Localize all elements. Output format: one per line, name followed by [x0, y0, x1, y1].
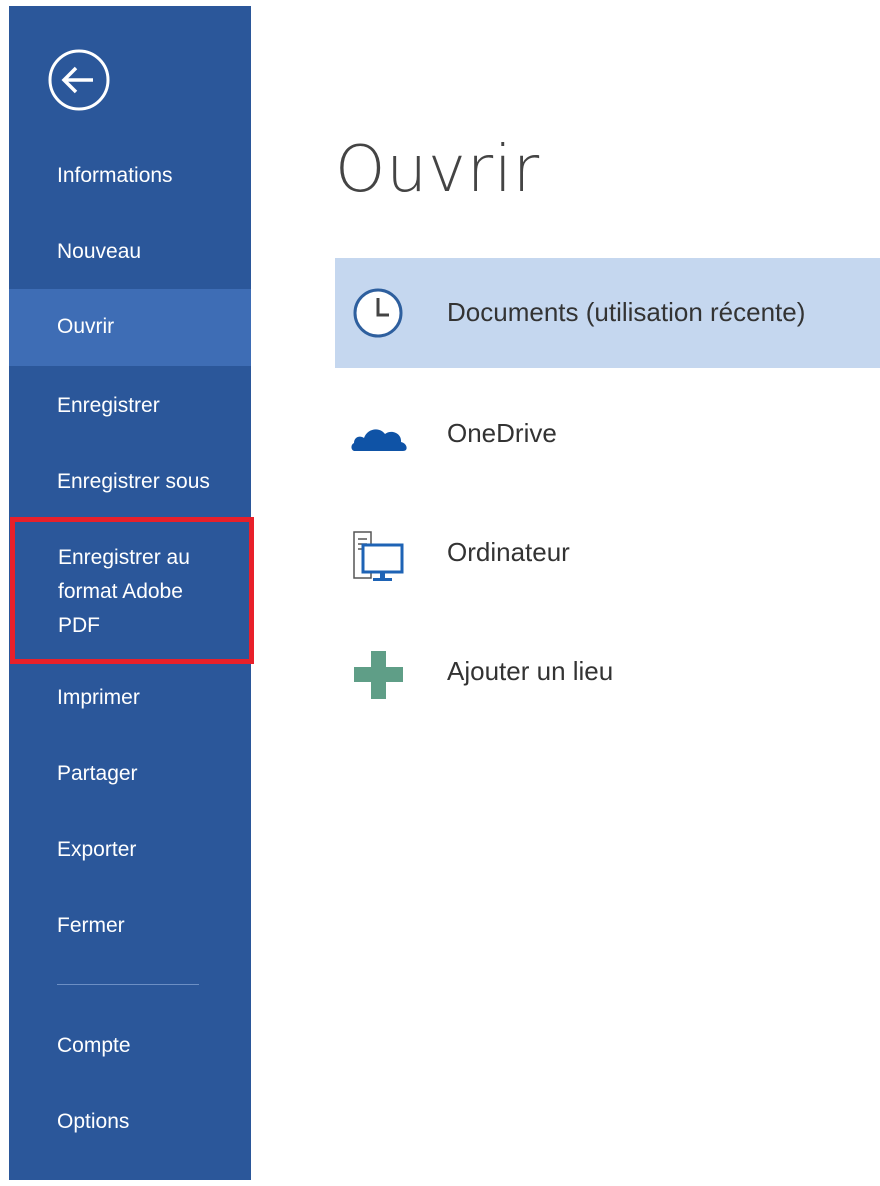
- sidebar-item-label: Compte: [57, 1034, 131, 1057]
- sidebar-divider: [57, 984, 199, 985]
- sidebar-item-enregistrer-sous[interactable]: Enregistrer sous: [9, 462, 251, 502]
- sidebar-item-label: Imprimer: [57, 686, 140, 709]
- computer-icon: [349, 524, 411, 586]
- sidebar-item-fermer[interactable]: Fermer: [9, 906, 251, 946]
- sidebar-item-nouveau[interactable]: Nouveau: [9, 232, 251, 272]
- sidebar-item-label: Enregistrer: [57, 394, 160, 417]
- sidebar-item-label: Partager: [57, 762, 138, 785]
- page-title: Ouvrir: [335, 133, 541, 207]
- location-label: Ordinateur: [447, 537, 570, 567]
- location-label: Documents (utilisation récente): [447, 297, 806, 327]
- sidebar-item-label-line-1: Enregistrer au: [58, 546, 190, 569]
- sidebar-item-compte[interactable]: Compte: [9, 1026, 251, 1066]
- location-label: Ajouter un lieu: [447, 656, 614, 686]
- location-onedrive[interactable]: OneDrive: [335, 379, 880, 489]
- sidebar-item-label: Ouvrir: [57, 315, 115, 338]
- sidebar-item-enregistrer[interactable]: Enregistrer: [9, 386, 251, 426]
- location-recent-documents[interactable]: Documents (utilisation récente): [335, 258, 880, 368]
- sidebar-item-informations[interactable]: Informations: [9, 156, 251, 196]
- sidebar-item-label: Options: [57, 1110, 130, 1133]
- sidebar-item-options[interactable]: Options: [9, 1102, 251, 1142]
- back-button[interactable]: [47, 48, 111, 112]
- sidebar-item-label: Informations: [57, 164, 173, 187]
- backstage-sidebar: Informations Nouveau Ouvrir Enregistrer …: [9, 6, 254, 1180]
- plus-icon: [349, 643, 411, 705]
- sidebar-item-exporter[interactable]: Exporter: [9, 830, 251, 870]
- sidebar-item-label: Exporter: [57, 838, 137, 861]
- clock-icon: [349, 284, 411, 346]
- sidebar-item-label: Nouveau: [57, 240, 142, 263]
- back-arrow-icon: [48, 49, 110, 111]
- sidebar-item-imprimer[interactable]: Imprimer: [9, 678, 251, 718]
- location-add-place[interactable]: Ajouter un lieu: [335, 617, 880, 727]
- sidebar-item-ouvrir[interactable]: Ouvrir: [9, 289, 251, 366]
- location-computer[interactable]: Ordinateur: [335, 498, 880, 608]
- sidebar-item-label: Fermer: [57, 914, 125, 937]
- sidebar-item-label-line-2: format Adobe: [58, 580, 183, 603]
- sidebar-item-label: Enregistrer sous: [57, 470, 210, 493]
- sidebar-item-partager[interactable]: Partager: [9, 754, 251, 794]
- sidebar-item-label-line-3: PDF: [58, 614, 100, 637]
- cloud-icon: [349, 405, 411, 467]
- location-label: OneDrive: [447, 418, 557, 448]
- sidebar-item-enregistrer-adobe-pdf[interactable]: Enregistrer au format Adobe PDF: [10, 517, 254, 664]
